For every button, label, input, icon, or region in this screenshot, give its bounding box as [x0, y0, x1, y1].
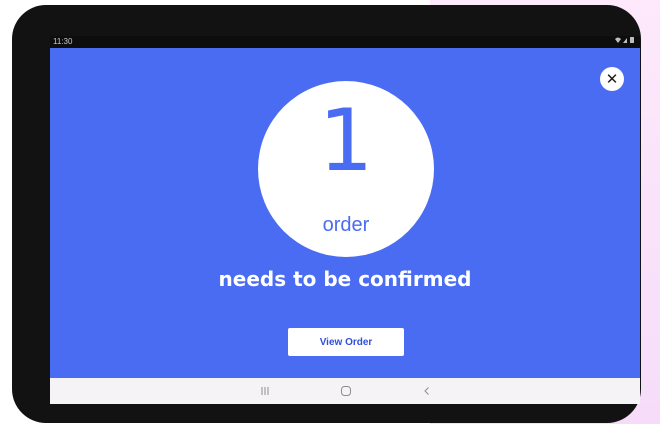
tablet-frame: 11:30 ✕ 1 order needs to be confirmed Vi… — [12, 5, 641, 423]
status-icons — [614, 36, 636, 49]
recent-apps-button[interactable] — [253, 382, 277, 400]
order-count-label: order — [322, 214, 370, 236]
home-icon — [341, 386, 351, 396]
screen: 11:30 ✕ 1 order needs to be confirmed Vi… — [50, 36, 640, 404]
recent-apps-icon — [261, 387, 269, 395]
navigation-bar — [50, 378, 640, 404]
home-button[interactable] — [334, 382, 358, 400]
view-order-button[interactable]: View Order — [288, 328, 404, 356]
confirmation-message: needs to be confirmed — [218, 267, 472, 291]
back-icon — [424, 387, 429, 395]
status-icons-svg — [615, 37, 634, 43]
battery-icon — [630, 37, 634, 43]
order-count-badge: 1 order — [258, 81, 434, 257]
back-button[interactable] — [415, 382, 439, 400]
close-icon: ✕ — [605, 71, 619, 88]
order-count: 1 — [318, 91, 374, 191]
status-bar: 11:30 — [50, 36, 640, 48]
status-time: 11:30 — [53, 37, 73, 46]
close-button[interactable]: ✕ — [600, 67, 624, 91]
signal-icon — [623, 38, 627, 43]
wifi-icon — [615, 37, 621, 43]
